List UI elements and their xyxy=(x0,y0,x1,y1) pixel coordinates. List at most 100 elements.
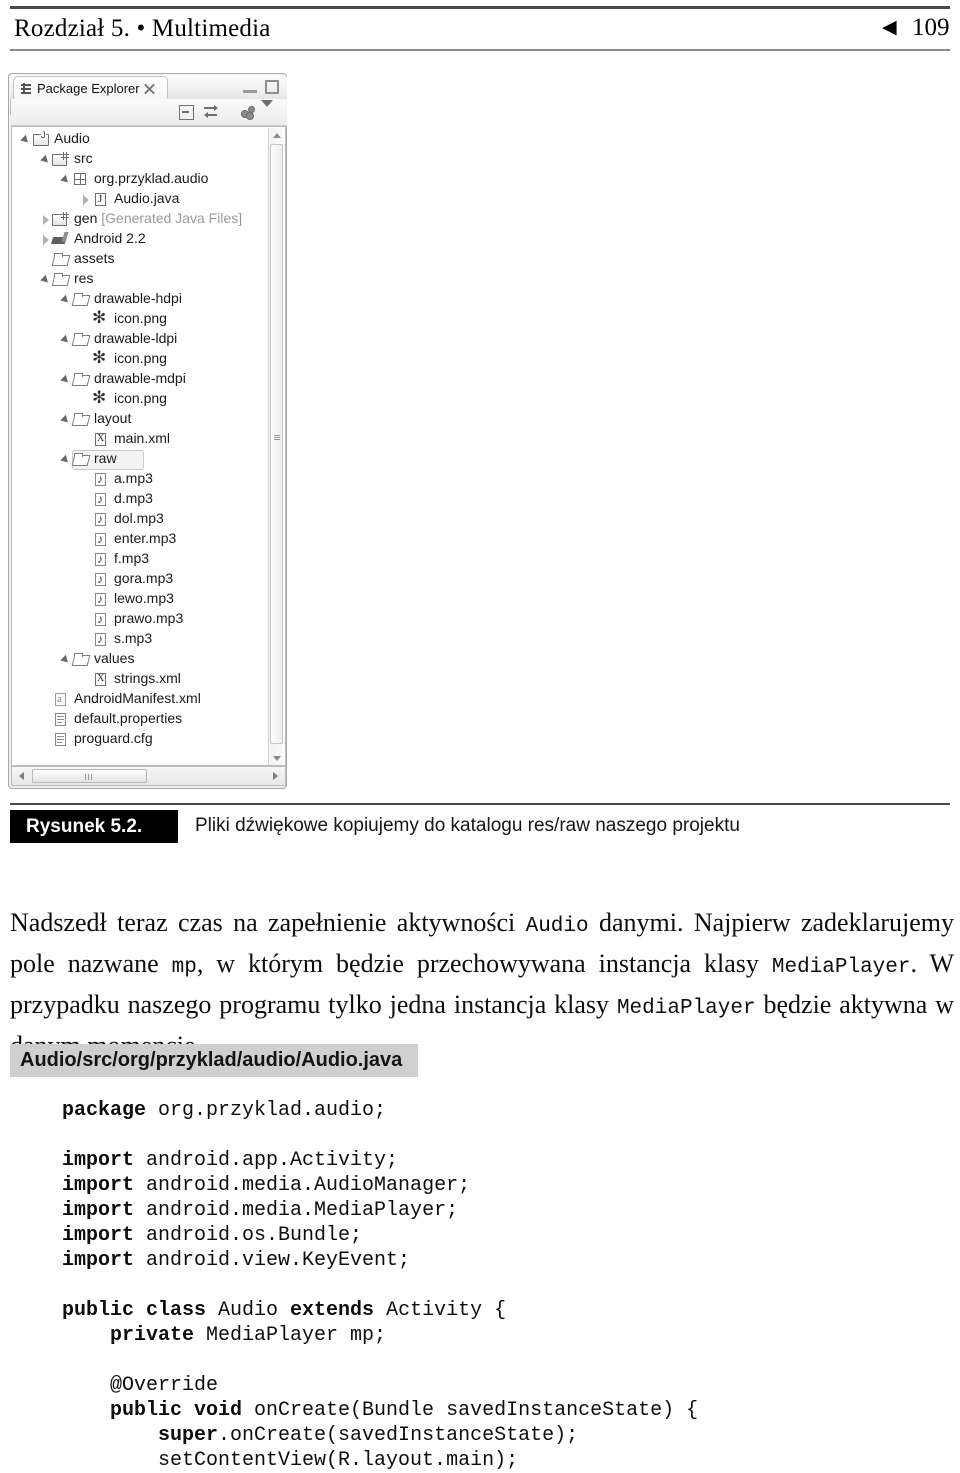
scroll-right-icon[interactable] xyxy=(268,767,284,785)
tree-item-lewo-mp3[interactable]: lewo.mp3 xyxy=(12,589,264,609)
tree-item-assets[interactable]: assets xyxy=(12,249,264,269)
maximize-icon[interactable] xyxy=(265,80,279,94)
figure-caption-text: Pliki dźwiękowe kopiujemy do katalogu re… xyxy=(195,815,740,836)
code-keyword: private xyxy=(62,1324,195,1347)
header-rule-top xyxy=(10,6,950,9)
folder-icon xyxy=(72,291,90,307)
tree-item-android-2-2[interactable]: Android 2.2 xyxy=(12,229,264,249)
scroll-down-icon[interactable] xyxy=(269,751,285,765)
folder-icon xyxy=(72,451,90,467)
figure-number-badge: Rysunek 5.2. xyxy=(10,810,178,843)
tree-item-s-mp3[interactable]: s.mp3 xyxy=(12,629,264,649)
scroll-left-icon[interactable] xyxy=(13,767,29,785)
twisty-open-icon[interactable] xyxy=(60,653,72,665)
tree-item-icon-png[interactable]: icon.png xyxy=(12,349,264,369)
tree-item-audio[interactable]: Audio xyxy=(12,129,264,149)
code-text: MediaPlayer mp; xyxy=(194,1324,387,1347)
code-line: private MediaPlayer mp; xyxy=(62,1323,942,1348)
tree-item-label: values xyxy=(94,650,135,666)
code-keyword: super xyxy=(62,1424,219,1447)
tree-item-androidmanifest-xml[interactable]: AndroidManifest.xml xyxy=(12,689,264,709)
tree-item-label: AndroidManifest.xml xyxy=(74,690,201,706)
twisty-open-icon[interactable] xyxy=(60,293,72,305)
tree-item-label: proguard.cfg xyxy=(74,730,153,746)
vertical-scrollbar[interactable] xyxy=(268,128,285,765)
project-tree[interactable]: Audio srcorg.przyklad.audio Audio.java gen … xyxy=(11,126,286,766)
header-rule-bottom xyxy=(10,49,950,51)
code-text: android.media.AudioManager; xyxy=(134,1174,471,1197)
scroll-up-icon[interactable] xyxy=(269,128,285,143)
tree-item-org-przyklad-audio[interactable]: org.przyklad.audio xyxy=(12,169,264,189)
tree-item-strings-xml[interactable]: strings.xml xyxy=(12,669,264,689)
tree-item-label: d.mp3 xyxy=(114,490,153,506)
twisty-open-icon[interactable] xyxy=(40,153,52,165)
link-with-editor-icon[interactable] xyxy=(203,103,221,121)
chevron-down-icon[interactable] xyxy=(261,100,279,125)
close-icon[interactable] xyxy=(143,83,155,94)
vertical-scroll-thumb[interactable] xyxy=(270,144,283,744)
properties-file-icon xyxy=(52,711,70,727)
tree-item-label: assets xyxy=(74,250,115,266)
tree-item-proguard-cfg[interactable]: proguard.cfg xyxy=(12,729,264,749)
tree-item-main-xml[interactable]: main.xml xyxy=(12,429,264,449)
code-keyword: import xyxy=(62,1249,135,1272)
tree-item-dol-mp3[interactable]: dol.mp3 xyxy=(12,509,264,529)
tree-item-audio-java[interactable]: Audio.java xyxy=(12,189,264,209)
tree-item-enter-mp3[interactable]: enter.mp3 xyxy=(12,529,264,549)
tree-item-default-properties[interactable]: default.properties xyxy=(12,709,264,729)
folder-icon xyxy=(72,411,90,427)
twisty-closed-icon[interactable] xyxy=(40,213,52,225)
view-menu-icon[interactable] xyxy=(239,103,257,121)
png-icon xyxy=(92,389,110,407)
tree-item-a-mp3[interactable]: a.mp3 xyxy=(12,469,264,489)
toolbar-separator xyxy=(10,99,11,115)
figure-package-explorer: Package Explorer Audio srcorg.przyklad.au… xyxy=(8,73,289,791)
mp3-file-icon xyxy=(92,511,110,527)
twisty-open-icon[interactable] xyxy=(60,453,72,465)
twisty-open-icon[interactable] xyxy=(20,133,32,145)
code-line: import android.view.KeyEvent; xyxy=(62,1248,942,1273)
twisty-open-icon[interactable] xyxy=(60,413,72,425)
twisty-open-icon[interactable] xyxy=(60,173,72,185)
tree-item-values[interactable]: values xyxy=(12,649,264,669)
horizontal-scrollbar[interactable] xyxy=(11,766,286,786)
twisty-open-icon[interactable] xyxy=(60,333,72,345)
tree-item-gora-mp3[interactable]: gora.mp3 xyxy=(12,569,264,589)
twisty-closed-icon[interactable] xyxy=(80,193,92,205)
twisty-open-icon[interactable] xyxy=(40,273,52,285)
tree-item-drawable-ldpi[interactable]: drawable-ldpi xyxy=(12,329,264,349)
tree-item-gen[interactable]: gen [Generated Java Files] xyxy=(12,209,264,229)
tree-item-drawable-mdpi[interactable]: drawable-mdpi xyxy=(12,369,264,389)
tree-item-label: org.przyklad.audio xyxy=(94,170,209,186)
tree-item-label: gora.mp3 xyxy=(114,570,174,586)
minimize-icon[interactable] xyxy=(243,82,257,93)
tree-item-icon-png[interactable]: icon.png xyxy=(12,309,264,329)
tree-item-prawo-mp3[interactable]: prawo.mp3 xyxy=(12,609,264,629)
tree-item-layout[interactable]: layout xyxy=(12,409,264,429)
tree-item-icon-png[interactable]: icon.png xyxy=(12,389,264,409)
collapse-all-icon[interactable] xyxy=(177,103,195,121)
tab-package-explorer[interactable]: Package Explorer xyxy=(13,76,168,99)
horizontal-scroll-thumb[interactable] xyxy=(32,769,147,783)
tree-item-src[interactable]: src xyxy=(12,149,264,169)
png-icon xyxy=(92,309,110,327)
tree-item-res[interactable]: res xyxy=(12,269,264,289)
tree-item-drawable-hdpi[interactable]: drawable-hdpi xyxy=(12,289,264,309)
tree-item-d-mp3[interactable]: d.mp3 xyxy=(12,489,264,509)
tree-item-raw[interactable]: raw xyxy=(12,449,264,470)
code-line: import android.app.Activity; xyxy=(62,1148,942,1173)
mp3-file-icon xyxy=(92,611,110,627)
twisty-open-icon[interactable] xyxy=(60,373,72,385)
properties-file-icon xyxy=(52,731,70,747)
mp3-file-icon xyxy=(92,571,110,587)
tree-item-f-mp3[interactable]: f.mp3 xyxy=(12,549,264,569)
mp3-file-icon xyxy=(92,631,110,647)
